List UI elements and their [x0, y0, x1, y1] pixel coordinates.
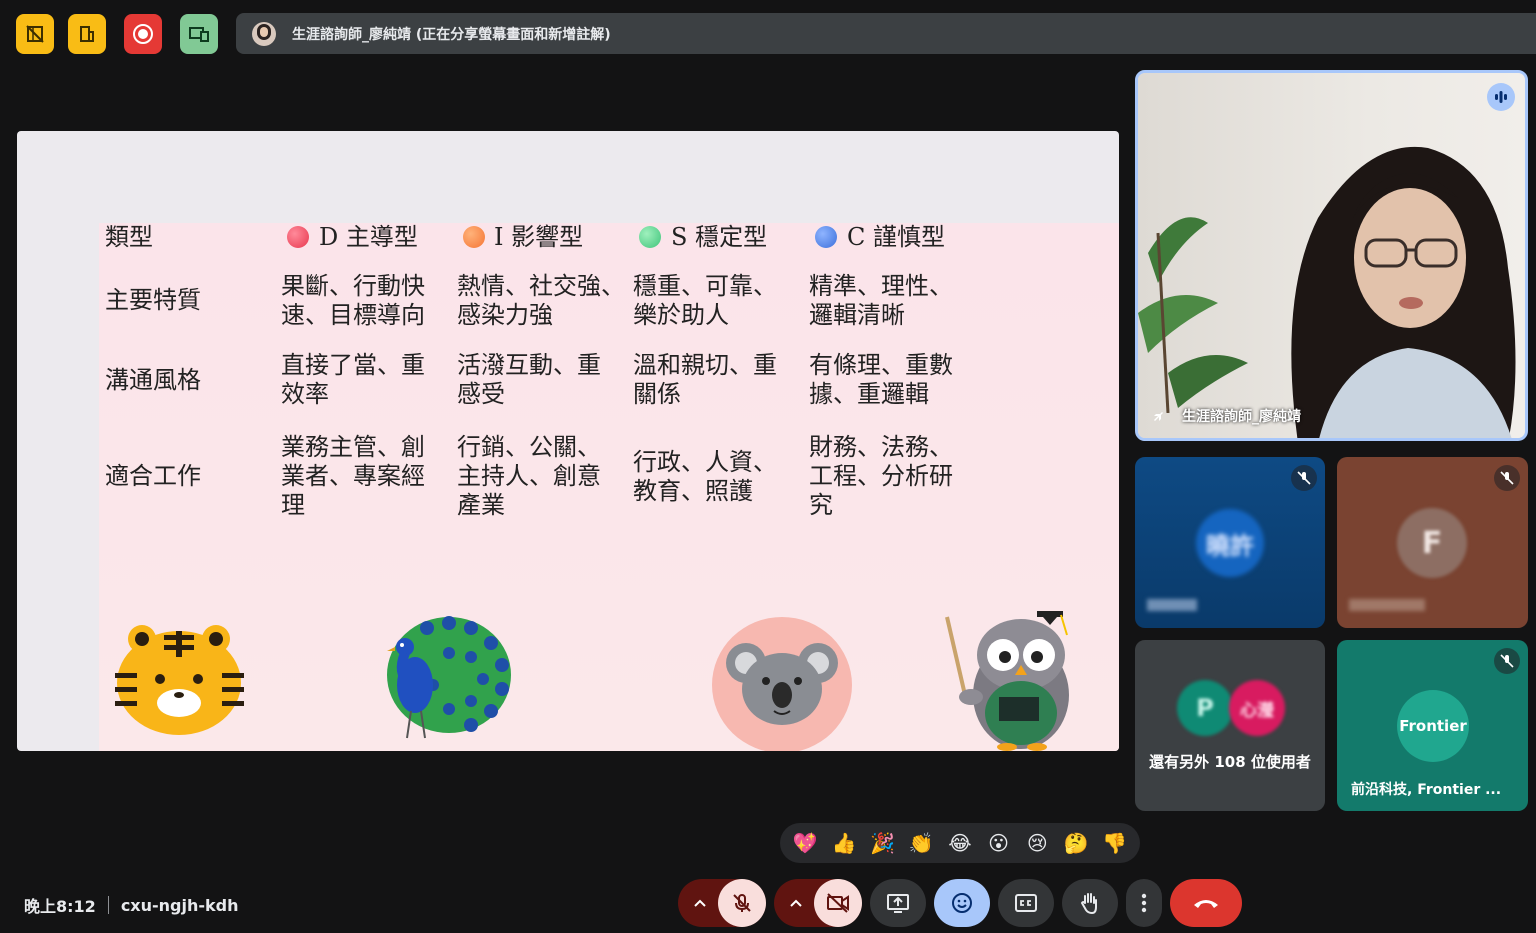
koala-illustration [712, 617, 852, 751]
traits-s: 穩重、可靠、 樂於助人 [633, 272, 777, 329]
mic-off-icon [1494, 648, 1520, 674]
other-participants-tile[interactable]: P 心瀅 還有另外 108 位使用者 [1135, 640, 1325, 811]
c-type-label: C 謹慎型 [847, 223, 945, 251]
speaker-video [1291, 146, 1516, 438]
emoji-icon [952, 893, 972, 913]
record-icon[interactable] [124, 14, 162, 54]
reaction-surprised[interactable]: 😮 [983, 831, 1015, 855]
reaction-thinking[interactable]: 🤔 [1060, 831, 1092, 855]
row-label-communication: 溝通風格 [105, 366, 201, 394]
present-screen-icon [887, 894, 909, 913]
communication-d: 直接了當、重 效率 [281, 351, 425, 408]
peacock-illustration [387, 616, 511, 739]
more-options-button[interactable] [1126, 879, 1162, 927]
type-header-label: 類型 [105, 223, 153, 251]
speaker-tile[interactable]: 生涯諮詢師_廖純靖 [1135, 70, 1528, 441]
pin-icon[interactable] [1150, 407, 1168, 425]
traits-d: 果斷、行動快 速、目標導向 [281, 272, 425, 329]
blurred-name [1147, 599, 1197, 611]
mic-toggle-button[interactable] [718, 879, 766, 927]
reaction-crying[interactable]: 😢 [1021, 831, 1053, 855]
communication-i: 活潑互動、重 感受 [457, 351, 601, 408]
frontier-tile[interactable]: Frontier 前沿科技, Frontier ... [1337, 640, 1528, 811]
camera-control-group [774, 879, 862, 927]
s-type-dot [639, 226, 661, 248]
camera-off-icon [827, 893, 849, 913]
shared-slide: 類型 D 主導型 I 影響型 S 穩定型 C 謹慎型 主要特質 果斷、行動快 速… [17, 131, 1119, 751]
mic-off-icon [1494, 465, 1520, 491]
mic-off-icon [1291, 465, 1317, 491]
raise-hand-button[interactable] [1062, 879, 1118, 927]
no-grid-icon[interactable] [16, 14, 54, 54]
camera-options-button[interactable] [774, 879, 818, 927]
camera-toggle-button[interactable] [814, 879, 862, 927]
reactions-button[interactable] [934, 879, 990, 927]
speaking-indicator-icon [1487, 83, 1515, 111]
speaker-name: 生涯諮詢師_廖純靖 [1182, 409, 1301, 425]
c-type-dot [815, 226, 837, 248]
mic-off-icon [733, 894, 751, 912]
frontier-name: 前沿科技, Frontier ... [1351, 782, 1502, 798]
present-screen-button[interactable] [870, 879, 926, 927]
other-participants-count: 還有另外 108 位使用者 [1149, 753, 1311, 771]
more-vert-icon [1141, 893, 1147, 913]
building-icon[interactable] [68, 14, 106, 54]
chevron-up-icon [694, 899, 706, 907]
reaction-sparkling-heart[interactable]: 💖 [789, 831, 821, 855]
participant-avatar: F [1397, 508, 1467, 578]
traits-i: 熱情、社交強、 感染力強 [457, 272, 625, 329]
reaction-laughing[interactable]: 😂 [944, 831, 976, 855]
frontier-logo-text: Frontier [1399, 717, 1467, 735]
closed-captions-icon [1015, 894, 1037, 912]
presenter-avatar [252, 21, 276, 46]
d-type-label: D 主導型 [319, 223, 418, 251]
meeting-time: 晚上8:12 [24, 897, 96, 916]
reaction-party-popper[interactable]: 🎉 [867, 831, 899, 855]
mic-control-group [678, 879, 766, 927]
participant-tile-1[interactable]: 曉許 [1135, 457, 1325, 628]
presenter-banner-text: 生涯諮詢師_廖純靖 (正在分享螢幕畫面和新增註解) [292, 26, 611, 43]
tiger-illustration [115, 625, 244, 735]
row-label-jobs: 適合工作 [105, 462, 201, 490]
d-type-dot [287, 226, 309, 248]
owl-illustration [945, 611, 1069, 751]
jobs-c: 財務、法務、 工程、分析研 究 [809, 433, 953, 519]
group-avatar-2: 心瀅 [1229, 680, 1285, 736]
communication-s: 溫和親切、重 關係 [633, 351, 777, 408]
traits-c: 精準、理性、 邏輯清晰 [809, 272, 953, 329]
raise-hand-icon [1080, 893, 1097, 915]
companion-icon[interactable] [180, 14, 218, 54]
jobs-s: 行政、人資、 教育、照護 [633, 448, 777, 505]
group-avatar-1: P [1177, 680, 1233, 736]
participant-avatar: 曉許 [1196, 509, 1264, 577]
leave-call-button[interactable] [1170, 879, 1242, 927]
row-label-traits: 主要特質 [105, 286, 201, 314]
communication-c: 有條理、重數 據、重邏輯 [809, 351, 953, 408]
reaction-thumbs-up[interactable]: 👍 [828, 831, 860, 855]
divider [107, 896, 109, 914]
i-type-label: I 影響型 [494, 223, 584, 251]
mic-options-button[interactable] [678, 879, 722, 927]
speaker-name-row: 生涯諮詢師_廖純靖 [1150, 406, 1301, 426]
end-call-icon [1194, 900, 1218, 908]
i-type-dot [463, 226, 485, 248]
meeting-info: 晚上8:12 cxu-ngjh-kdh [24, 893, 239, 917]
captions-button[interactable] [998, 879, 1054, 927]
reaction-thumbs-down[interactable]: 👎 [1099, 831, 1131, 855]
participant-tile-2[interactable]: F [1337, 457, 1528, 628]
reaction-bar: 💖 👍 🎉 👏 😂 😮 😢 🤔 👎 [780, 823, 1140, 863]
jobs-i: 行銷、公關、 主持人、創意 產業 [457, 433, 601, 519]
s-type-label: S 穩定型 [671, 223, 768, 251]
reaction-clapping[interactable]: 👏 [905, 831, 937, 855]
plant-background [1138, 217, 1248, 413]
chevron-up-icon [790, 899, 802, 907]
presenter-banner: 生涯諮詢師_廖純靖 (正在分享螢幕畫面和新增註解) [236, 13, 1536, 54]
blurred-name [1349, 599, 1425, 611]
meeting-code: cxu-ngjh-kdh [120, 895, 239, 915]
jobs-d: 業務主管、創 業者、專案經 理 [281, 433, 425, 519]
frontier-avatar: Frontier [1397, 690, 1469, 762]
